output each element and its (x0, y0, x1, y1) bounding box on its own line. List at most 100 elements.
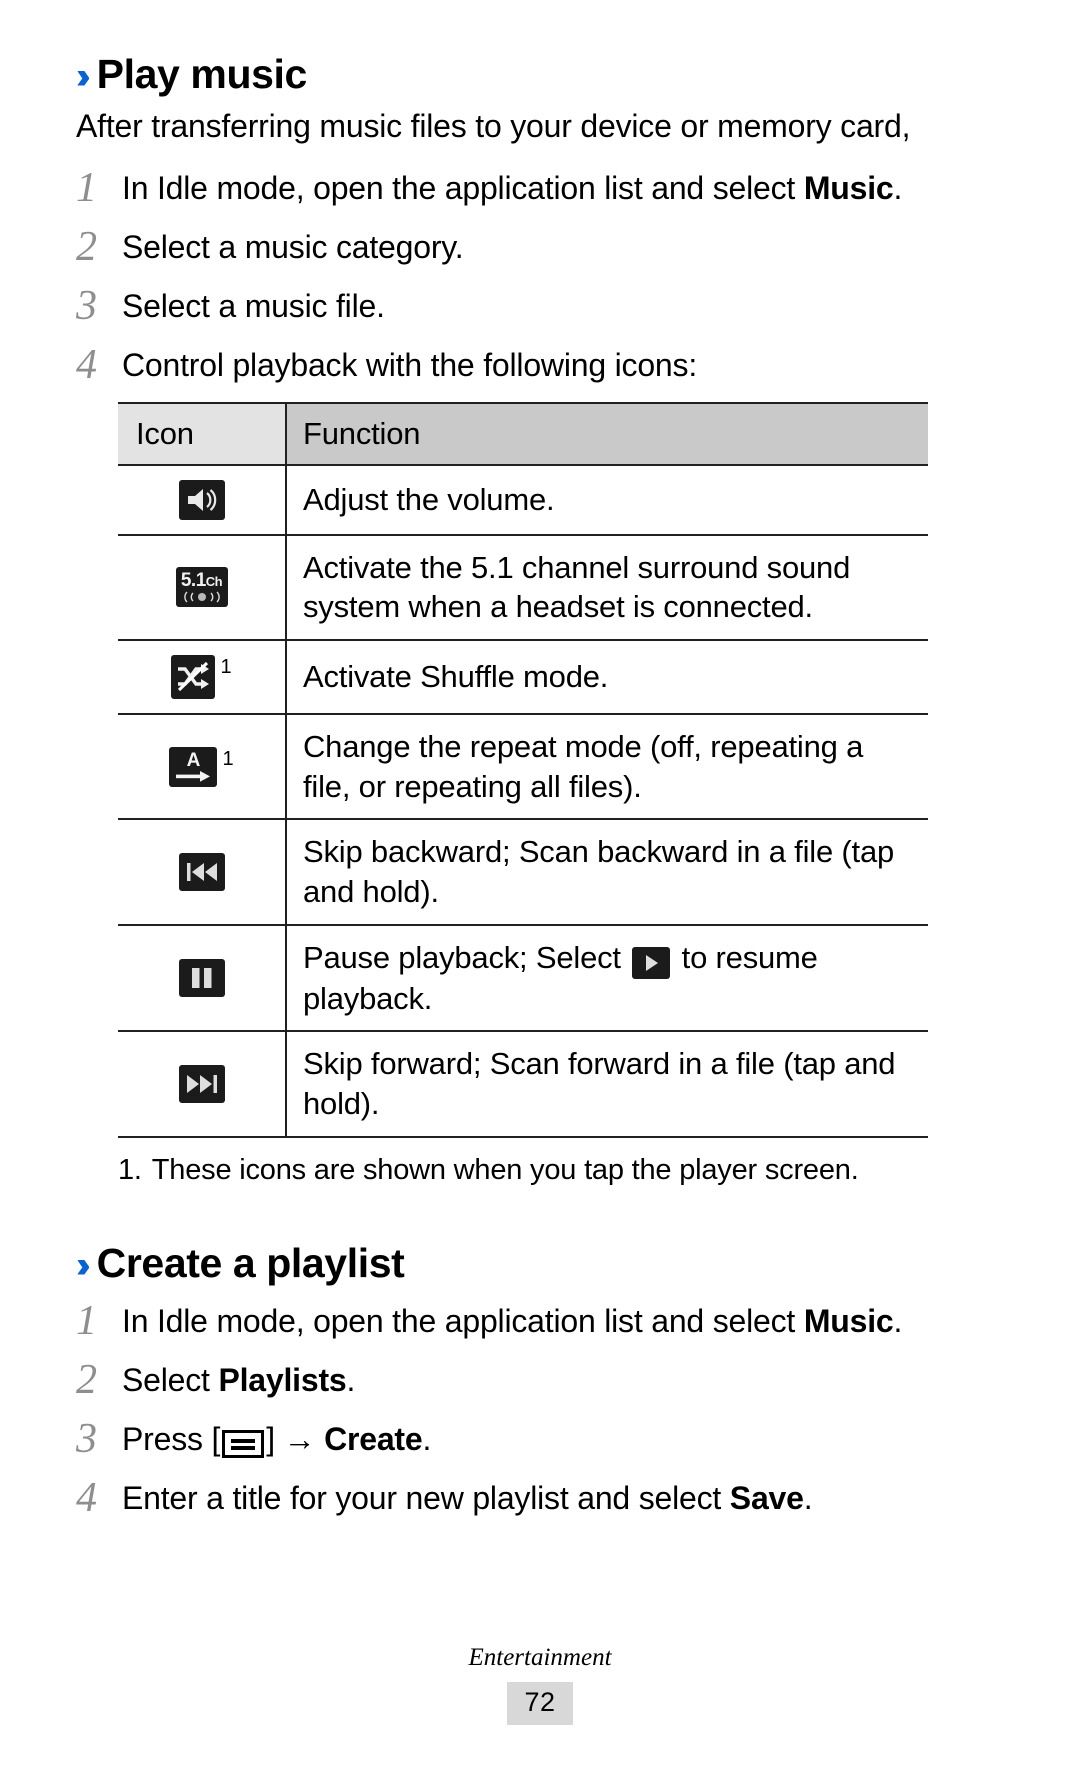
step-number: 4 (76, 1475, 97, 1522)
step-number: 1 (76, 1297, 97, 1344)
footnote-text: These icons are shown when you tap the p… (151, 1153, 859, 1186)
press-prefix: Press [ (122, 1420, 221, 1457)
column-header-icon: Icon (118, 401, 287, 466)
list-item: 3 Press [ ] → Create. (76, 1414, 1008, 1465)
chevron-marker-icon: ›› (76, 1244, 90, 1286)
step-text: Press [ ] → Create. (122, 1414, 431, 1460)
step-text: Select a music file. (122, 288, 385, 325)
footer-chapter-label: Entertainment (468, 1644, 612, 1671)
skip-forward-icon (178, 1064, 225, 1103)
column-header-function: Function (286, 401, 928, 466)
page-number-badge: 72 (507, 1682, 573, 1725)
icon-wrapper: 5.1Ch (175, 567, 228, 608)
menu-key-icon (222, 1430, 265, 1459)
step-text-bold: Save (729, 1480, 804, 1517)
list-item: 1 In Idle mode, open the application lis… (76, 1296, 1008, 1347)
chevron-marker-icon: ›› (76, 55, 90, 96)
footnote-marker: 1 (222, 747, 234, 770)
step-text-plain: In Idle mode, open the application list … (122, 169, 804, 206)
step-number: 2 (76, 1356, 97, 1403)
document-page: ›› Play music After transferring music f… (0, 0, 1080, 1771)
page-title: Play music (96, 51, 308, 97)
table-row: A 1 Change the repeat mode (off, repeati… (118, 713, 928, 821)
table-row: Adjust the volume. (118, 464, 928, 536)
step-text: Enter a title for your new playlist and … (122, 1473, 813, 1519)
step-text: Select a music category. (122, 228, 464, 265)
table-row: Pause playback; Select to resume playbac… (118, 924, 928, 1033)
step-text-tail: . (803, 1480, 813, 1517)
list-item: 4 Enter a title for your new playlist an… (76, 1473, 1008, 1524)
playback-icon-table: Icon Function Adjust the volume. 5.1Ch A… (118, 401, 928, 1138)
icon-wrapper (178, 1064, 225, 1103)
step-text-tail: . (893, 169, 903, 206)
surround-5-1-channel-icon: 5.1Ch (175, 567, 228, 608)
step-number: 1 (76, 164, 97, 211)
icon-wrapper (178, 479, 225, 520)
list-item: 1 In Idle mode, open the application lis… (76, 163, 1008, 214)
section-title: Create a playlist (96, 1240, 405, 1287)
surround-label-suffix: Ch (205, 574, 223, 590)
table-header-row: Icon Function (118, 401, 928, 466)
step-text-bold: Playlists (218, 1361, 347, 1398)
list-item: 2 Select Playlists. (76, 1355, 1008, 1406)
table-body: Adjust the volume. 5.1Ch Activate the 5.… (118, 464, 928, 1138)
icon-cell: A 1 (118, 713, 287, 821)
table-footnote: 1. These icons are shown when you tap the… (118, 1152, 1008, 1190)
shuffle-icon (171, 654, 216, 699)
step-text-tail: . (893, 1302, 903, 1339)
table-row: 5.1Ch Activate the 5.1 channel surround … (118, 534, 928, 641)
step-text-bold: Music (803, 169, 894, 206)
icon-cell (118, 924, 287, 1033)
intro-paragraph: After transferring music files to your d… (76, 108, 911, 145)
table-row: Skip forward; Scan forward in a file (ta… (118, 1031, 928, 1138)
icon-cell (118, 1031, 287, 1138)
press-bold: Create (324, 1420, 423, 1457)
function-cell: Pause playback; Select to resume playbac… (286, 924, 928, 1033)
press-suffix: ] → (266, 1420, 325, 1457)
function-cell: Skip backward; Scan backward in a file (… (286, 819, 928, 926)
step-number: 4 (76, 342, 97, 389)
step-number: 2 (76, 223, 97, 270)
footnote-marker: 1 (220, 655, 232, 678)
pause-icon (178, 958, 225, 997)
page-footer: Entertainment 72 (0, 1644, 1080, 1725)
step-text: In Idle mode, open the application list … (122, 1296, 902, 1342)
step-text: Control playback with the following icon… (122, 347, 698, 384)
function-text-before: Pause playback; Select (303, 939, 630, 975)
icon-wrapper: A 1 (169, 746, 234, 787)
step-number: 3 (76, 283, 97, 330)
step-number: 3 (76, 1415, 97, 1462)
repeat-letter: A (186, 750, 201, 772)
function-cell: Skip forward; Scan forward in a file (ta… (286, 1031, 928, 1138)
step-text-plain: Enter a title for your new playlist and … (122, 1480, 730, 1517)
section-heading-play-music: ›› Play music (76, 51, 1008, 97)
icon-cell (118, 464, 287, 536)
step-text-plain: In Idle mode, open the application list … (122, 1302, 804, 1339)
repeat-icon: A (169, 746, 218, 787)
list-item: 3 Select a music file. (76, 281, 1008, 332)
icon-wrapper (178, 958, 225, 997)
surround-label-main: 5.1 (180, 570, 206, 592)
table-row: 1 Activate Shuffle mode. (118, 639, 928, 715)
step-text: Select Playlists. (122, 1355, 355, 1401)
volume-icon (178, 479, 225, 520)
step-text-bold: Music (803, 1302, 894, 1339)
icon-cell: 5.1Ch (118, 534, 287, 641)
icon-cell (118, 819, 287, 926)
function-cell: Adjust the volume. (286, 464, 928, 536)
step-text-tail: . (346, 1361, 356, 1398)
steps-list-play-music: 1 In Idle mode, open the application lis… (76, 163, 1008, 392)
surround-label: 5.1Ch (180, 570, 223, 592)
press-period: . (422, 1420, 432, 1457)
function-cell: Change the repeat mode (off, repeating a… (286, 713, 928, 821)
table-header: Icon Function (118, 401, 928, 466)
icon-cell: 1 (118, 639, 287, 715)
skip-backward-icon (178, 852, 225, 891)
repeat-arrow-icon (175, 771, 211, 782)
menu-key-bars (231, 1436, 256, 1453)
icon-wrapper: 1 (171, 654, 232, 699)
play-icon (632, 946, 671, 979)
list-item: 2 Select a music category. (76, 222, 1008, 273)
section-heading-create-playlist: ›› Create a playlist (76, 1240, 1008, 1287)
